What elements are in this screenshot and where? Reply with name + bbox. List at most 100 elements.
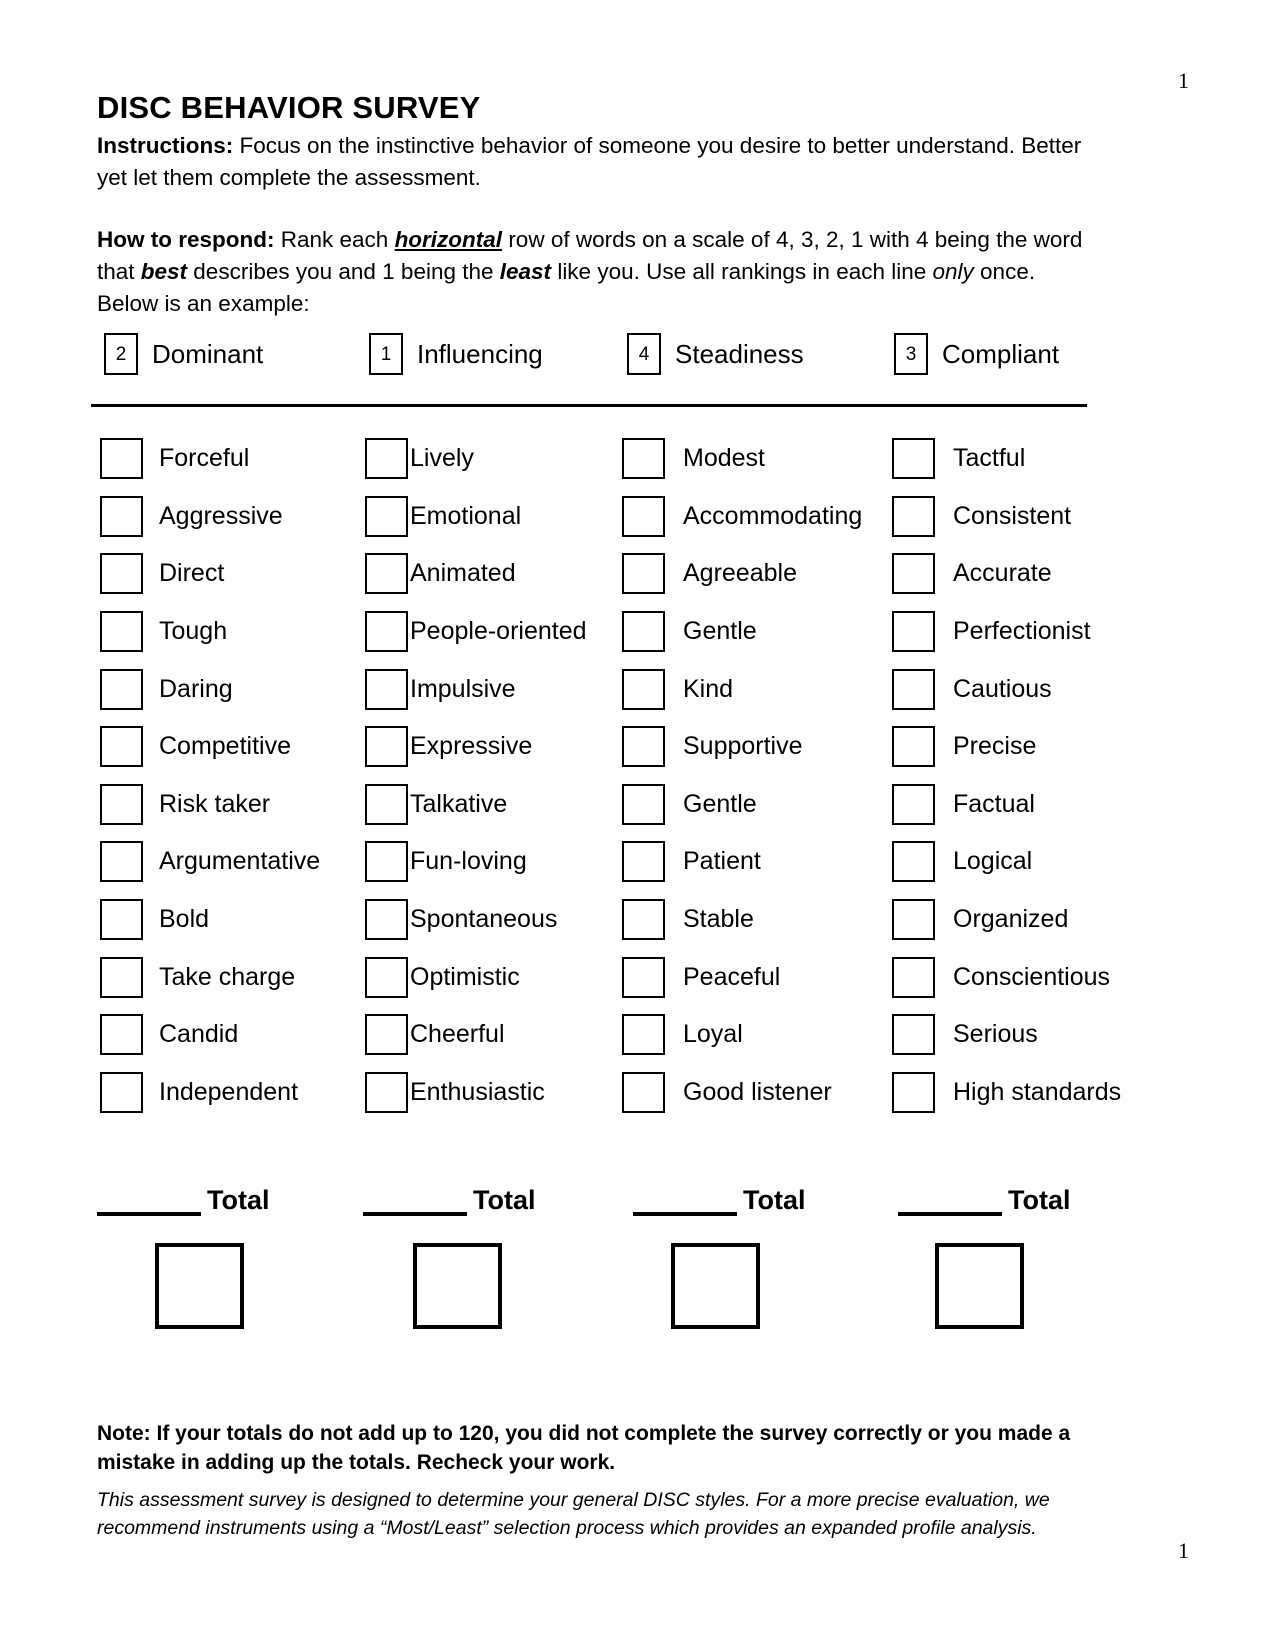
- rank-checkbox[interactable]: [622, 841, 665, 883]
- total-label: Total: [473, 1185, 536, 1215]
- word-label: Independent: [159, 1077, 299, 1106]
- rank-checkbox[interactable]: [892, 438, 935, 480]
- instructions-paragraph: Instructions: Focus on the instinctive b…: [97, 130, 1097, 194]
- total-write-line[interactable]: [898, 1182, 1002, 1216]
- word-row: Take charge: [100, 948, 320, 1006]
- word-row: Talkative: [365, 776, 587, 834]
- total-write-line[interactable]: [363, 1182, 467, 1216]
- rank-checkbox[interactable]: [892, 611, 935, 653]
- example-label-steadiness: Steadiness: [675, 338, 804, 369]
- rank-checkbox[interactable]: [622, 668, 665, 710]
- rank-checkbox[interactable]: [892, 553, 935, 595]
- rank-checkbox[interactable]: [100, 495, 143, 537]
- example-rank-box-influencing[interactable]: 1: [369, 333, 403, 375]
- example-rank-box-steadiness[interactable]: 4: [627, 333, 661, 375]
- rank-checkbox[interactable]: [100, 956, 143, 998]
- rank-checkbox[interactable]: [622, 956, 665, 998]
- total-score-box-influence[interactable]: [413, 1243, 502, 1329]
- rank-checkbox[interactable]: [892, 1071, 935, 1113]
- word-label: Emotional: [410, 501, 522, 530]
- total-cell-dominance: Total: [97, 1168, 270, 1216]
- example-cell-dominant: 2 Dominant: [104, 330, 263, 378]
- rank-checkbox[interactable]: [365, 1014, 408, 1056]
- rank-checkbox[interactable]: [892, 1014, 935, 1056]
- word-row: Fun-loving: [365, 833, 587, 891]
- word-row: Stable: [622, 891, 862, 949]
- rank-checkbox[interactable]: [622, 1071, 665, 1113]
- rank-checkbox[interactable]: [892, 841, 935, 883]
- word-row: Modest: [622, 430, 862, 488]
- rank-checkbox[interactable]: [892, 956, 935, 998]
- how-to-text-4: like you. Use all rankings in each line: [551, 258, 933, 284]
- rank-checkbox[interactable]: [100, 726, 143, 768]
- example-rank-box-compliant[interactable]: 3: [894, 333, 928, 375]
- total-label: Total: [207, 1185, 270, 1215]
- word-label: Precise: [953, 732, 1037, 761]
- rank-checkbox[interactable]: [100, 668, 143, 710]
- word-row: Agreeable: [622, 545, 862, 603]
- rank-checkbox[interactable]: [892, 783, 935, 825]
- rank-checkbox[interactable]: [100, 553, 143, 595]
- word-row: Consistent: [892, 488, 1121, 546]
- rank-checkbox[interactable]: [892, 899, 935, 941]
- page-number-top: 1: [1178, 68, 1189, 93]
- rank-checkbox[interactable]: [365, 783, 408, 825]
- rank-checkbox[interactable]: [100, 438, 143, 480]
- rank-checkbox[interactable]: [365, 899, 408, 941]
- word-label: Talkative: [410, 789, 508, 818]
- rank-checkbox[interactable]: [365, 553, 408, 595]
- total-write-line[interactable]: [633, 1182, 737, 1216]
- word-row: Argumentative: [100, 833, 320, 891]
- page-number-bottom: 1: [1178, 1538, 1189, 1563]
- rank-checkbox[interactable]: [622, 783, 665, 825]
- rank-checkbox[interactable]: [622, 553, 665, 595]
- totals-row: Total Total Total Total: [0, 1168, 1275, 1216]
- total-score-box-compliance[interactable]: [935, 1243, 1024, 1329]
- rank-checkbox[interactable]: [100, 611, 143, 653]
- example-rank-box-dominant[interactable]: 2: [104, 333, 138, 375]
- rank-checkbox[interactable]: [100, 899, 143, 941]
- word-label: Expressive: [410, 732, 533, 761]
- rank-checkbox[interactable]: [365, 438, 408, 480]
- rank-checkbox[interactable]: [100, 1071, 143, 1113]
- rank-checkbox[interactable]: [365, 841, 408, 883]
- total-score-boxes: [0, 1243, 1275, 1335]
- word-row: Candid: [100, 1006, 320, 1064]
- rank-checkbox[interactable]: [100, 841, 143, 883]
- rank-checkbox[interactable]: [892, 668, 935, 710]
- rank-checkbox[interactable]: [100, 783, 143, 825]
- word-label: Tactful: [953, 444, 1026, 473]
- total-score-box-steadiness[interactable]: [671, 1243, 760, 1329]
- total-cell-influence: Total: [363, 1168, 536, 1216]
- word-row: Tactful: [892, 430, 1121, 488]
- rank-checkbox[interactable]: [622, 438, 665, 480]
- how-to-emphasis-only: only: [932, 258, 974, 284]
- rank-checkbox[interactable]: [622, 899, 665, 941]
- disclaimer-text: This assessment survey is designed to de…: [97, 1489, 1050, 1539]
- example-header-row: 2 Dominant 1 Influencing 4 Steadiness 3 …: [0, 330, 1275, 378]
- rank-checkbox[interactable]: [622, 611, 665, 653]
- rank-checkbox[interactable]: [365, 495, 408, 537]
- word-label: Stable: [683, 905, 754, 934]
- total-cell-compliance: Total: [898, 1168, 1071, 1216]
- word-row: High standards: [892, 1064, 1121, 1122]
- rank-checkbox[interactable]: [365, 726, 408, 768]
- rank-checkbox[interactable]: [365, 611, 408, 653]
- rank-checkbox[interactable]: [622, 495, 665, 537]
- rank-checkbox[interactable]: [622, 726, 665, 768]
- total-score-box-dominance[interactable]: [155, 1243, 244, 1329]
- rank-checkbox[interactable]: [892, 495, 935, 537]
- rank-checkbox[interactable]: [365, 1071, 408, 1113]
- word-row: Gentle: [622, 603, 862, 661]
- total-write-line[interactable]: [97, 1182, 201, 1216]
- survey-page: 1 DISC BEHAVIOR SURVEY Instructions: Foc…: [0, 0, 1275, 1650]
- word-label: Kind: [683, 674, 734, 703]
- total-label: Total: [743, 1185, 806, 1215]
- rank-checkbox[interactable]: [365, 956, 408, 998]
- rank-checkbox[interactable]: [892, 726, 935, 768]
- word-label: Patient: [683, 847, 761, 876]
- rank-checkbox[interactable]: [622, 1014, 665, 1056]
- word-row: Serious: [892, 1006, 1121, 1064]
- rank-checkbox[interactable]: [100, 1014, 143, 1056]
- rank-checkbox[interactable]: [365, 668, 408, 710]
